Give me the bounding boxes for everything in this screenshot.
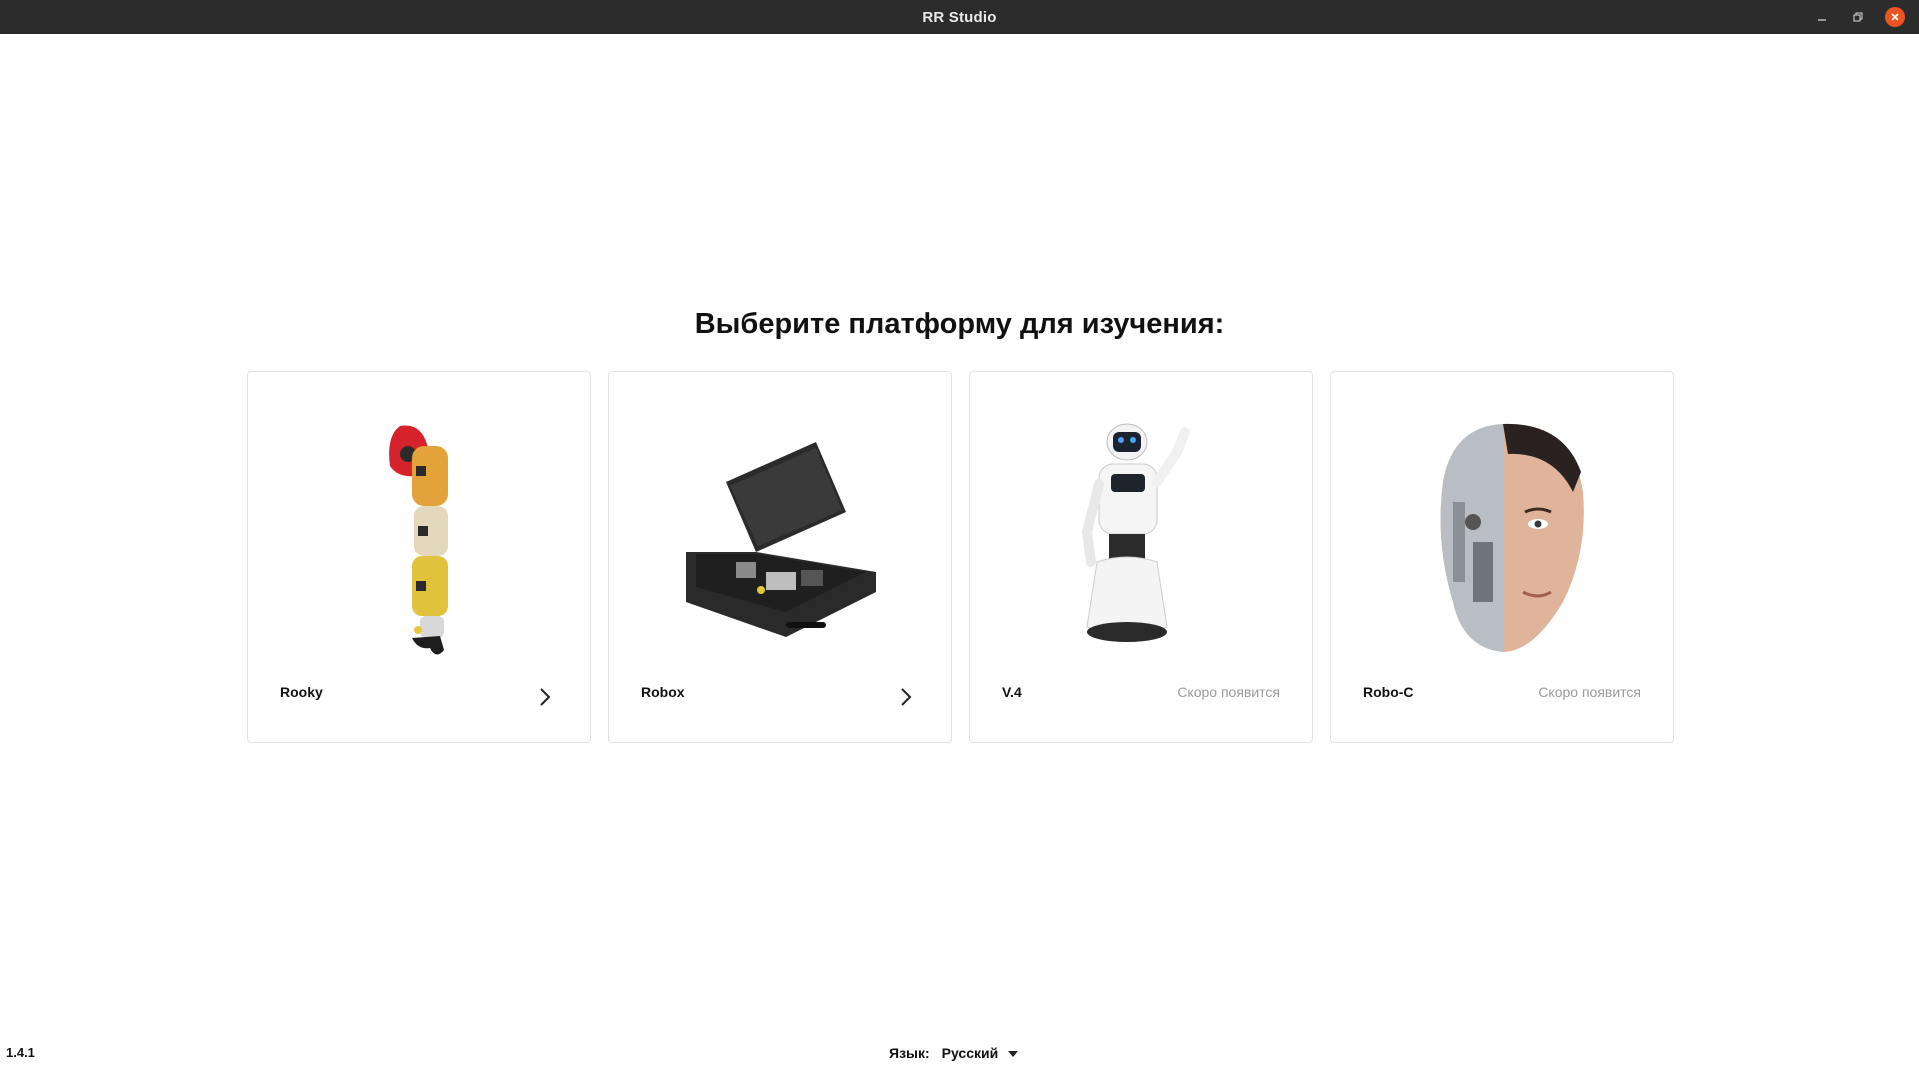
- platform-card-robox[interactable]: Robox: [608, 371, 952, 743]
- platform-card-rooky[interactable]: Rooky: [247, 371, 591, 743]
- language-selector: Язык: Русский: [889, 1045, 1019, 1061]
- coming-soon-label: Скоро появится: [1538, 684, 1641, 700]
- promobot-v4-image: [1002, 406, 1282, 668]
- restore-button[interactable]: [1849, 8, 1867, 26]
- close-icon: [1891, 13, 1899, 21]
- chevron-right-icon[interactable]: [534, 684, 556, 710]
- android-face-image: [1363, 406, 1643, 668]
- platform-card-robo-c: Robo-C Скоро появится: [1330, 371, 1674, 743]
- card-title: Robox: [641, 684, 685, 700]
- language-value: Русский: [941, 1045, 999, 1061]
- coming-soon-label: Скоро появится: [1177, 684, 1280, 700]
- window-controls: [1813, 0, 1905, 34]
- dropdown-caret-icon: [1008, 1051, 1019, 1057]
- hard-case-kit-image: [641, 406, 921, 668]
- card-title: V.4: [1002, 684, 1022, 700]
- platform-card-v4: V.4 Скоро появится: [969, 371, 1313, 743]
- minimize-icon: [1818, 19, 1826, 21]
- chevron-right-icon[interactable]: [895, 684, 917, 710]
- language-dropdown[interactable]: Русский: [942, 1045, 1019, 1061]
- language-label: Язык:: [889, 1045, 930, 1061]
- platform-cards: Rooky Robox V.4 Скоро появится Robo-C Ск…: [247, 371, 1674, 743]
- app-version: 1.4.1: [6, 1045, 35, 1060]
- close-button[interactable]: [1885, 7, 1905, 27]
- window-title: RR Studio: [922, 8, 997, 26]
- card-title: Rooky: [280, 684, 323, 700]
- robot-arm-image: [280, 406, 560, 668]
- minimize-button[interactable]: [1813, 8, 1831, 26]
- window-titlebar: RR Studio: [0, 0, 1919, 34]
- page-title: Выберите платформу для изучения:: [694, 308, 1225, 340]
- card-title: Robo-C: [1363, 684, 1414, 700]
- restore-icon: [1853, 12, 1863, 22]
